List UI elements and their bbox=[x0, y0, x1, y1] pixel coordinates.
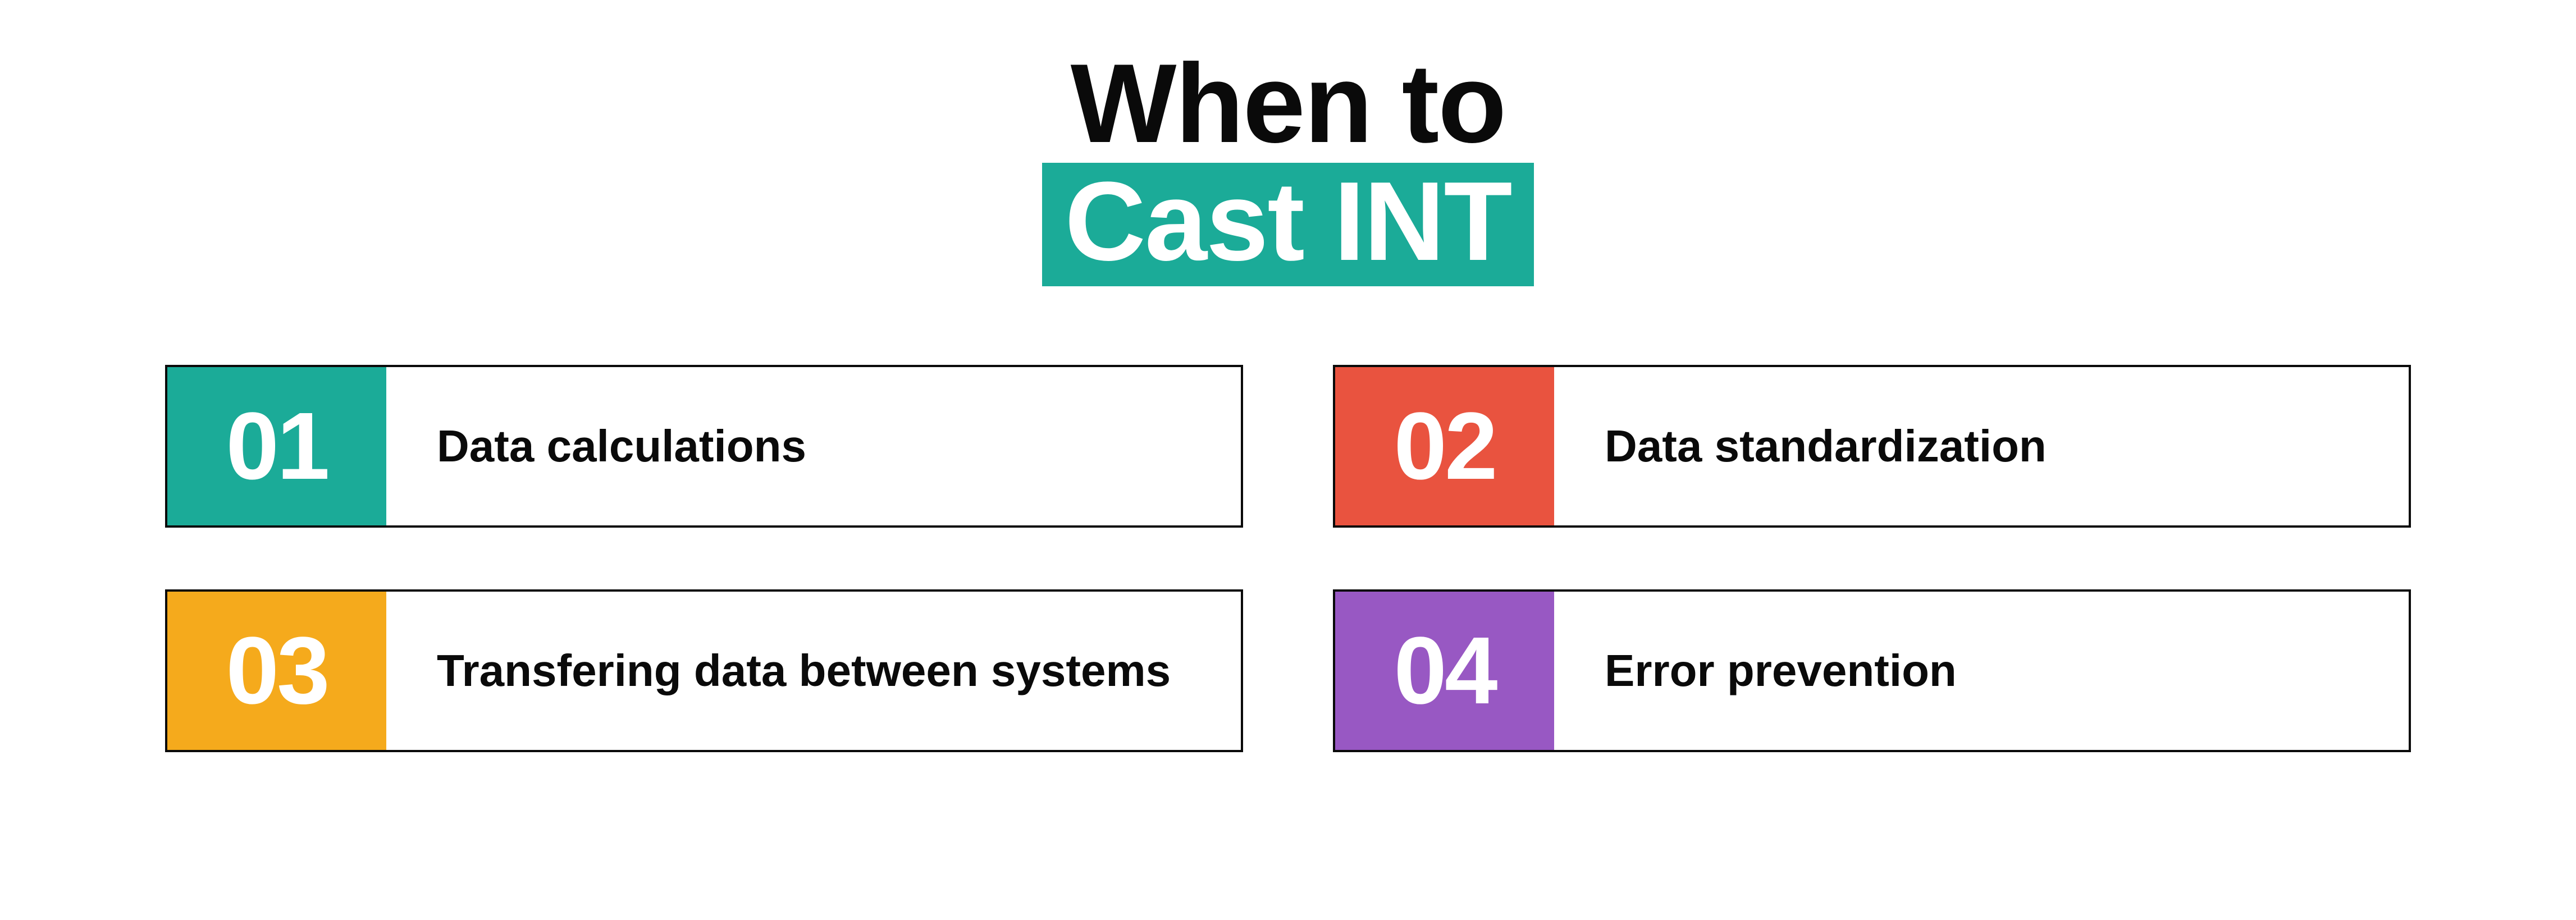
item-number-box: 02 bbox=[1335, 367, 1554, 525]
items-grid: 01 Data calculations 02 Data standardiza… bbox=[165, 365, 2411, 752]
list-item: 01 Data calculations bbox=[165, 365, 1243, 528]
item-number-box: 03 bbox=[167, 592, 386, 750]
diagram-title: When to Cast INT bbox=[0, 45, 2576, 286]
list-item: 04 Error prevention bbox=[1333, 589, 2411, 752]
item-label: Data calculations bbox=[386, 367, 840, 525]
item-label: Error prevention bbox=[1554, 592, 1990, 750]
list-item: 02 Data standardization bbox=[1333, 365, 2411, 528]
item-number-box: 01 bbox=[167, 367, 386, 525]
item-number-box: 04 bbox=[1335, 592, 1554, 750]
title-line-2: Cast INT bbox=[1042, 163, 1533, 286]
item-label: Data standardization bbox=[1554, 367, 2080, 525]
list-item: 03 Transfering data between systems bbox=[165, 589, 1243, 752]
item-label: Transfering data between systems bbox=[386, 592, 1204, 750]
title-line-1: When to bbox=[0, 45, 2576, 163]
